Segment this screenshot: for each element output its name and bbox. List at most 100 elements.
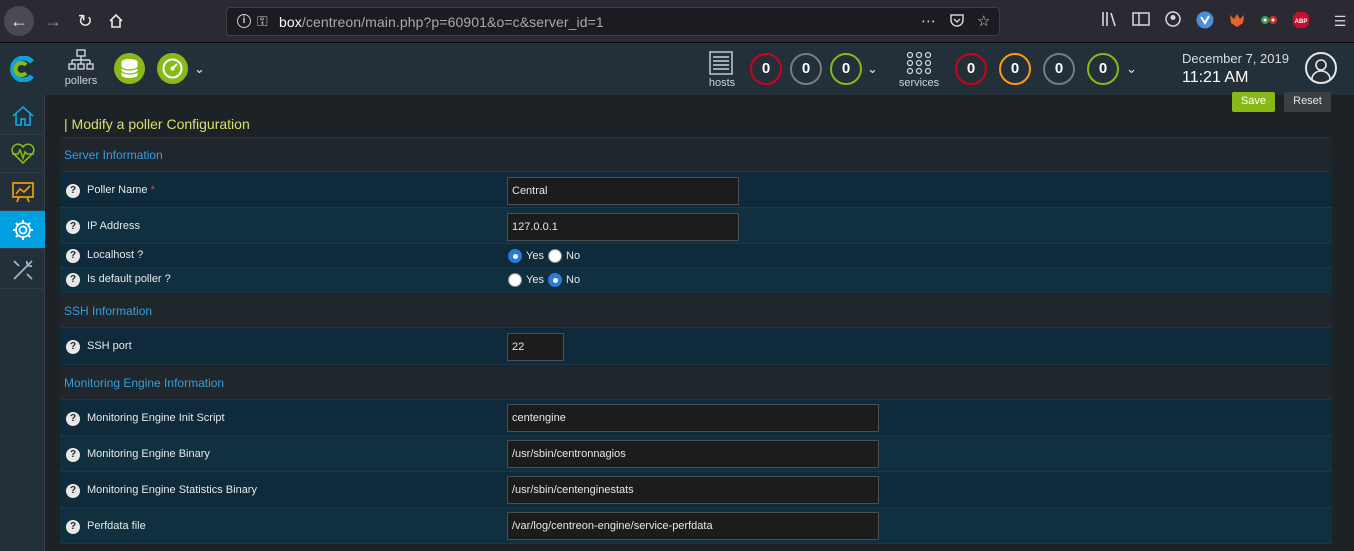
row-localhost: ? Localhost ? Yes No — [60, 244, 1332, 268]
default-poller-no-label[interactable]: No — [566, 274, 580, 286]
tools-icon — [12, 259, 33, 280]
user-avatar-icon[interactable] — [1305, 52, 1337, 84]
hosts-icon[interactable] — [709, 51, 733, 80]
row-stats-binary: ? Monitoring Engine Statistics Binary /u… — [60, 472, 1332, 508]
default-poller-yes-radio[interactable] — [508, 273, 522, 287]
row-engine-binary: ? Monitoring Engine Binary /usr/sbin/cen… — [60, 436, 1332, 472]
header-date: December 7, 2019 — [1182, 51, 1289, 66]
browser-toolbar: ← → ↻ i ⚿ box/centreon/main.php?p=60901&… — [0, 0, 1354, 43]
localhost-yes-radio[interactable] — [508, 249, 522, 263]
services-unknown-count[interactable]: 0 — [1043, 53, 1075, 85]
default-poller-no-radio[interactable] — [548, 273, 562, 287]
row-poller-name: ? Poller Name * Central — [60, 172, 1332, 208]
info-icon[interactable]: i — [237, 14, 251, 28]
hosts-down-count[interactable]: 0 — [750, 53, 782, 85]
poller-name-input[interactable]: Central — [507, 177, 739, 205]
back-arrow-icon[interactable]: ← — [4, 6, 34, 36]
engine-binary-label: Monitoring Engine Binary — [87, 448, 210, 460]
forward-arrow-icon[interactable]: → — [38, 6, 68, 36]
ip-address-input[interactable]: 127.0.0.1 — [507, 213, 739, 241]
ssh-port-input[interactable]: 22 — [507, 333, 564, 361]
menu-hamburger-icon[interactable]: ☰ — [1330, 11, 1350, 31]
bookmark-star-icon[interactable]: ☆ — [977, 12, 990, 30]
default-poller-yes-label[interactable]: Yes — [526, 274, 544, 286]
main-content: Save Reset | Modify a poller Configurati… — [45, 92, 1354, 551]
services-label[interactable]: services — [897, 77, 941, 89]
section-monitoring-engine-information: Monitoring Engine Information — [60, 366, 1332, 400]
help-icon[interactable]: ? — [66, 412, 80, 426]
home-icon[interactable] — [101, 6, 131, 36]
init-script-input[interactable]: centengine — [507, 404, 879, 432]
pocket-icon[interactable] — [949, 12, 965, 32]
home-icon — [11, 105, 34, 126]
help-icon[interactable]: ? — [66, 484, 80, 498]
help-icon[interactable]: ? — [66, 184, 80, 198]
reload-icon[interactable]: ↻ — [70, 6, 100, 36]
services-icon[interactable] — [906, 51, 932, 80]
hosts-unreachable-count[interactable]: 0 — [790, 53, 822, 85]
heartbeat-icon — [10, 142, 35, 164]
row-perfdata-file: ? Perfdata file /var/log/centreon-engine… — [60, 508, 1332, 544]
localhost-yes-label[interactable]: Yes — [526, 250, 544, 262]
chart-board-icon — [11, 181, 34, 202]
gear-icon — [12, 219, 33, 240]
default-poller-label: Is default poller ? — [87, 273, 171, 285]
services-ok-count[interactable]: 0 — [1087, 53, 1119, 85]
chevron-down-icon[interactable]: ⌄ — [194, 61, 205, 77]
sidebar-item-monitoring[interactable] — [0, 135, 45, 173]
help-icon[interactable]: ? — [66, 340, 80, 354]
page-title: | Modify a poller Configuration — [64, 116, 250, 132]
extension-fox-icon[interactable] — [1227, 11, 1247, 31]
help-icon[interactable]: ? — [66, 273, 80, 287]
app-header: pollers ⌄ hosts 0 0 0 ⌄ services 0 0 0 0… — [0, 43, 1354, 95]
sidebar-item-administration[interactable] — [0, 251, 45, 289]
perfdata-file-label: Perfdata file — [87, 520, 146, 532]
svg-text:ABP: ABP — [1295, 19, 1308, 25]
extension-blue-icon[interactable] — [1195, 11, 1215, 31]
hosts-label[interactable]: hosts — [704, 77, 740, 89]
account-icon[interactable] — [1163, 11, 1183, 31]
stats-binary-label: Monitoring Engine Statistics Binary — [87, 484, 257, 496]
services-warning-count[interactable]: 0 — [999, 53, 1031, 85]
sidebar-item-home[interactable] — [0, 97, 45, 135]
database-icon[interactable] — [114, 53, 145, 84]
engine-binary-input[interactable]: /usr/sbin/centronnagios — [507, 440, 879, 468]
localhost-no-label[interactable]: No — [566, 250, 580, 262]
localhost-no-radio[interactable] — [548, 249, 562, 263]
extension-glasses-icon[interactable] — [1259, 11, 1279, 31]
reset-button[interactable]: Reset — [1284, 92, 1331, 112]
help-icon[interactable]: ? — [66, 448, 80, 462]
sidebar — [0, 95, 45, 551]
help-icon[interactable]: ? — [66, 520, 80, 534]
pollers-label[interactable]: pollers — [64, 75, 98, 87]
section-ssh-information: SSH Information — [60, 294, 1332, 328]
services-critical-count[interactable]: 0 — [955, 53, 987, 85]
ssh-port-label: SSH port — [87, 340, 132, 352]
chevron-down-icon[interactable]: ⌄ — [867, 61, 878, 77]
init-script-label: Monitoring Engine Init Script — [87, 412, 225, 424]
reader-sidebar-icon[interactable] — [1131, 11, 1151, 31]
page-actions-icon[interactable]: ⋯ — [921, 12, 936, 30]
help-icon[interactable]: ? — [66, 249, 80, 263]
save-button[interactable]: Save — [1232, 92, 1275, 112]
perfdata-file-input[interactable]: /var/log/centreon-engine/service-perfdat… — [507, 512, 879, 540]
help-icon[interactable]: ? — [66, 220, 80, 234]
adblock-plus-icon[interactable]: ABP — [1291, 11, 1311, 31]
key-icon[interactable]: ⚿ — [257, 13, 268, 30]
hosts-up-count[interactable]: 0 — [830, 53, 862, 85]
sidebar-item-reporting[interactable] — [0, 173, 45, 211]
ip-address-label: IP Address — [87, 220, 140, 232]
chevron-down-icon[interactable]: ⌄ — [1126, 61, 1137, 77]
section-server-information: Server Information — [60, 138, 1332, 172]
centreon-logo-icon[interactable] — [8, 55, 36, 83]
stats-binary-input[interactable]: /usr/sbin/centenginestats — [507, 476, 879, 504]
latency-gauge-icon[interactable] — [157, 53, 188, 84]
pollers-icon[interactable] — [68, 49, 94, 78]
row-ssh-port: ? SSH port 22 — [60, 328, 1332, 365]
sidebar-item-configuration[interactable] — [0, 211, 45, 249]
poller-name-label: Poller Name * — [87, 184, 155, 196]
library-icon[interactable] — [1100, 11, 1120, 31]
url-bar[interactable]: i ⚿ box/centreon/main.php?p=60901&o=c&se… — [226, 7, 1000, 36]
localhost-label: Localhost ? — [87, 249, 144, 261]
row-ip-address: ? IP Address 127.0.0.1 — [60, 208, 1332, 244]
